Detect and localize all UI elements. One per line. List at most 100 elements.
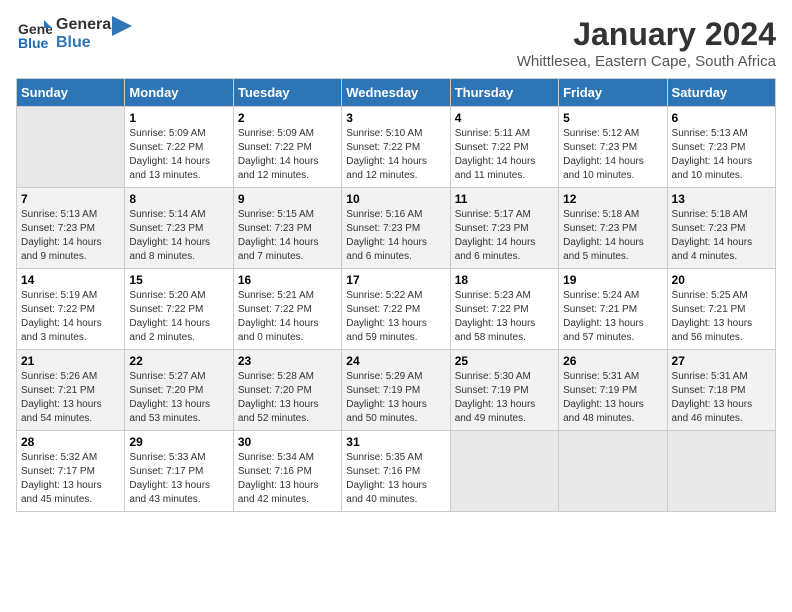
calendar-cell: [667, 431, 775, 512]
calendar-cell: 22Sunrise: 5:27 AM Sunset: 7:20 PM Dayli…: [125, 350, 233, 431]
day-info: Sunrise: 5:18 AM Sunset: 7:23 PM Dayligh…: [563, 208, 662, 264]
logo-general-text: General: [56, 16, 116, 34]
calendar-cell: 21Sunrise: 5:26 AM Sunset: 7:21 PM Dayli…: [17, 350, 125, 431]
day-number: 24: [346, 354, 445, 368]
calendar-header-row: SundayMondayTuesdayWednesdayThursdayFrid…: [17, 79, 776, 107]
calendar-cell: 9 Sunrise: 5:15 AM Sunset: 7:23 PM Daylig…: [233, 188, 341, 269]
day-info: Sunrise: 5:28 AM Sunset: 7:20 PM Dayligh…: [238, 370, 337, 426]
subtitle: Whittlesea, Eastern Cape, South Africa: [517, 53, 776, 70]
col-header-monday: Monday: [125, 79, 233, 107]
calendar-cell: 20 Sunrise: 5:25 AM Sunset: 7:21 PM Dayli…: [667, 269, 775, 350]
day-info: Sunrise: 5:34 AM Sunset: 7:16 PM Dayligh…: [238, 451, 337, 507]
calendar-cell: 23Sunrise: 5:28 AM Sunset: 7:20 PM Dayli…: [233, 350, 341, 431]
day-number: 18: [455, 273, 554, 287]
logo-icon: General Blue: [16, 16, 52, 52]
day-info: Sunrise: 5:29 AM Sunset: 7:19 PM Dayligh…: [346, 370, 445, 426]
day-number: 8: [129, 192, 228, 206]
day-info: Sunrise: 5:14 AM Sunset: 7:23 PM Dayligh…: [129, 208, 228, 264]
calendar-week-row: 21Sunrise: 5:26 AM Sunset: 7:21 PM Dayli…: [17, 350, 776, 431]
day-number: 26: [563, 354, 662, 368]
day-info: Sunrise: 5:13 AM Sunset: 7:23 PM Dayligh…: [21, 208, 120, 264]
day-number: 11: [455, 192, 554, 206]
day-number: 15: [129, 273, 228, 287]
page-header: General Blue General Blue January 2024 W…: [16, 16, 776, 70]
calendar-cell: 17 Sunrise: 5:22 AM Sunset: 7:22 PM Dayli…: [342, 269, 450, 350]
calendar-cell: 5Sunrise: 5:12 AM Sunset: 7:23 PM Daylig…: [559, 107, 667, 188]
calendar-cell: [559, 431, 667, 512]
calendar-week-row: 14Sunrise: 5:19 AM Sunset: 7:22 PM Dayli…: [17, 269, 776, 350]
day-number: 4: [455, 111, 554, 125]
calendar-cell: 18 Sunrise: 5:23 AM Sunset: 7:22 PM Dayli…: [450, 269, 558, 350]
day-number: 2: [238, 111, 337, 125]
day-info: Sunrise: 5:13 AM Sunset: 7:23 PM Dayligh…: [672, 127, 771, 183]
day-number: 27: [672, 354, 771, 368]
day-number: 28: [21, 435, 120, 449]
day-info: Sunrise: 5:09 AM Sunset: 7:22 PM Dayligh…: [129, 127, 228, 183]
calendar-body: 1Sunrise: 5:09 AM Sunset: 7:22 PM Daylig…: [17, 107, 776, 512]
calendar-cell: 29Sunrise: 5:33 AM Sunset: 7:17 PM Dayli…: [125, 431, 233, 512]
col-header-sunday: Sunday: [17, 79, 125, 107]
day-info: Sunrise: 5:09 AM Sunset: 7:22 PM Dayligh…: [238, 127, 337, 183]
day-number: 6: [672, 111, 771, 125]
col-header-thursday: Thursday: [450, 79, 558, 107]
day-number: 19: [563, 273, 662, 287]
logo-blue-text: Blue: [56, 34, 116, 52]
title-block: January 2024 Whittlesea, Eastern Cape, S…: [517, 16, 776, 70]
calendar-cell: 15 Sunrise: 5:20 AM Sunset: 7:22 PM Dayli…: [125, 269, 233, 350]
calendar-cell: 19Sunrise: 5:24 AM Sunset: 7:21 PM Dayli…: [559, 269, 667, 350]
day-info: Sunrise: 5:22 AM Sunset: 7:22 PM Dayligh…: [346, 289, 445, 345]
calendar-cell: 27 Sunrise: 5:31 AM Sunset: 7:18 PM Dayli…: [667, 350, 775, 431]
logo: General Blue General Blue: [16, 16, 132, 52]
calendar-week-row: 28 Sunrise: 5:32 AM Sunset: 7:17 PM Dayli…: [17, 431, 776, 512]
day-number: 12: [563, 192, 662, 206]
day-info: Sunrise: 5:32 AM Sunset: 7:17 PM Dayligh…: [21, 451, 120, 507]
day-info: Sunrise: 5:31 AM Sunset: 7:18 PM Dayligh…: [672, 370, 771, 426]
day-info: Sunrise: 5:15 AM Sunset: 7:23 PM Dayligh…: [238, 208, 337, 264]
calendar-cell: 12 Sunrise: 5:18 AM Sunset: 7:23 PM Dayli…: [559, 188, 667, 269]
calendar-cell: 3 Sunrise: 5:10 AM Sunset: 7:22 PM Daylig…: [342, 107, 450, 188]
day-info: Sunrise: 5:30 AM Sunset: 7:19 PM Dayligh…: [455, 370, 554, 426]
calendar-cell: 25 Sunrise: 5:30 AM Sunset: 7:19 PM Dayli…: [450, 350, 558, 431]
day-info: Sunrise: 5:26 AM Sunset: 7:21 PM Dayligh…: [21, 370, 120, 426]
day-number: 25: [455, 354, 554, 368]
calendar-cell: 1Sunrise: 5:09 AM Sunset: 7:22 PM Daylig…: [125, 107, 233, 188]
day-info: Sunrise: 5:10 AM Sunset: 7:22 PM Dayligh…: [346, 127, 445, 183]
day-number: 31: [346, 435, 445, 449]
day-number: 13: [672, 192, 771, 206]
day-number: 5: [563, 111, 662, 125]
calendar-cell: 2 Sunrise: 5:09 AM Sunset: 7:22 PM Daylig…: [233, 107, 341, 188]
col-header-wednesday: Wednesday: [342, 79, 450, 107]
main-title: January 2024: [517, 16, 776, 53]
day-info: Sunrise: 5:18 AM Sunset: 7:23 PM Dayligh…: [672, 208, 771, 264]
calendar-cell: 14Sunrise: 5:19 AM Sunset: 7:22 PM Dayli…: [17, 269, 125, 350]
day-info: Sunrise: 5:25 AM Sunset: 7:21 PM Dayligh…: [672, 289, 771, 345]
day-info: Sunrise: 5:23 AM Sunset: 7:22 PM Dayligh…: [455, 289, 554, 345]
calendar-cell: 24 Sunrise: 5:29 AM Sunset: 7:19 PM Dayli…: [342, 350, 450, 431]
day-number: 17: [346, 273, 445, 287]
day-info: Sunrise: 5:20 AM Sunset: 7:22 PM Dayligh…: [129, 289, 228, 345]
day-number: 14: [21, 273, 120, 287]
calendar-table: SundayMondayTuesdayWednesdayThursdayFrid…: [16, 78, 776, 512]
calendar-cell: 16Sunrise: 5:21 AM Sunset: 7:22 PM Dayli…: [233, 269, 341, 350]
calendar-cell: [450, 431, 558, 512]
calendar-cell: 10Sunrise: 5:16 AM Sunset: 7:23 PM Dayli…: [342, 188, 450, 269]
calendar-cell: 13 Sunrise: 5:18 AM Sunset: 7:23 PM Dayli…: [667, 188, 775, 269]
col-header-tuesday: Tuesday: [233, 79, 341, 107]
day-info: Sunrise: 5:11 AM Sunset: 7:22 PM Dayligh…: [455, 127, 554, 183]
day-info: Sunrise: 5:31 AM Sunset: 7:19 PM Dayligh…: [563, 370, 662, 426]
day-number: 10: [346, 192, 445, 206]
day-number: 20: [672, 273, 771, 287]
calendar-week-row: 1Sunrise: 5:09 AM Sunset: 7:22 PM Daylig…: [17, 107, 776, 188]
day-info: Sunrise: 5:27 AM Sunset: 7:20 PM Dayligh…: [129, 370, 228, 426]
calendar-cell: 11Sunrise: 5:17 AM Sunset: 7:23 PM Dayli…: [450, 188, 558, 269]
calendar-cell: 30Sunrise: 5:34 AM Sunset: 7:16 PM Dayli…: [233, 431, 341, 512]
day-number: 9: [238, 192, 337, 206]
day-number: 3: [346, 111, 445, 125]
calendar-cell: 6 Sunrise: 5:13 AM Sunset: 7:23 PM Daylig…: [667, 107, 775, 188]
col-header-saturday: Saturday: [667, 79, 775, 107]
day-info: Sunrise: 5:35 AM Sunset: 7:16 PM Dayligh…: [346, 451, 445, 507]
calendar-cell: 28 Sunrise: 5:32 AM Sunset: 7:17 PM Dayli…: [17, 431, 125, 512]
day-number: 16: [238, 273, 337, 287]
calendar-week-row: 7Sunrise: 5:13 AM Sunset: 7:23 PM Daylig…: [17, 188, 776, 269]
svg-text:Blue: Blue: [18, 35, 49, 51]
